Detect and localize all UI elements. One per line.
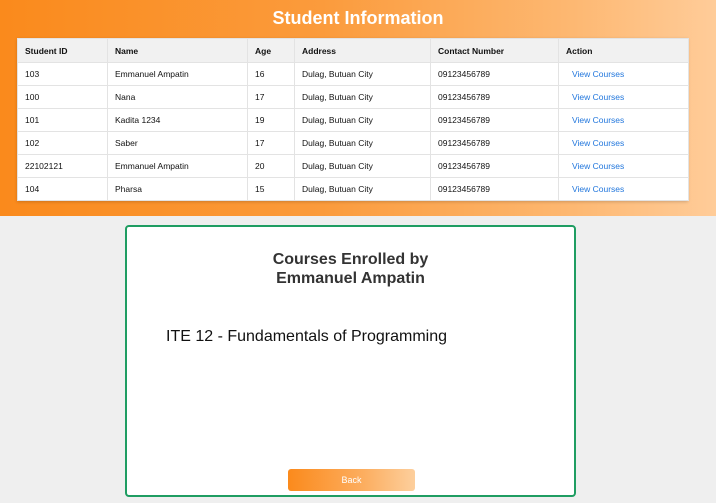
cell-action: View Courses [558, 108, 689, 132]
cell-age: 16 [247, 62, 295, 86]
table-row: 102 Saber 17 Dulag, Butuan City 09123456… [17, 131, 689, 155]
table-header-row: Student ID Name Age Address Contact Numb… [17, 38, 689, 63]
view-courses-link[interactable]: View Courses [572, 92, 624, 102]
cell-address: Dulag, Butuan City [294, 131, 431, 155]
cell-name: Emmanuel Ampatin [107, 154, 248, 178]
student-table: Student ID Name Age Address Contact Numb… [17, 38, 689, 201]
student-table-container: Student ID Name Age Address Contact Numb… [17, 38, 689, 201]
cell-age: 19 [247, 108, 295, 132]
table-row: 100 Nana 17 Dulag, Butuan City 091234567… [17, 85, 689, 109]
cell-action: View Courses [558, 85, 689, 109]
table-row: 101 Kadita 1234 19 Dulag, Butuan City 09… [17, 108, 689, 132]
column-header-name: Name [107, 38, 248, 63]
table-row: 103 Emmanuel Ampatin 16 Dulag, Butuan Ci… [17, 62, 689, 86]
cell-student-id: 101 [17, 108, 108, 132]
cell-age: 20 [247, 154, 295, 178]
view-courses-link[interactable]: View Courses [572, 69, 624, 79]
column-header-address: Address [294, 38, 431, 63]
cell-age: 17 [247, 131, 295, 155]
cell-student-id: 102 [17, 131, 108, 155]
cell-name: Kadita 1234 [107, 108, 248, 132]
cell-name: Pharsa [107, 177, 248, 201]
table-row: 22102121 Emmanuel Ampatin 20 Dulag, Butu… [17, 154, 689, 178]
view-courses-link[interactable]: View Courses [572, 115, 624, 125]
cell-contact: 09123456789 [430, 177, 559, 201]
modal-title-line-1: Courses Enrolled by [272, 251, 429, 268]
cell-contact: 09123456789 [430, 62, 559, 86]
cell-contact: 09123456789 [430, 154, 559, 178]
course-item: ITE 12 - Fundamentals of Programming [166, 328, 448, 345]
cell-address: Dulag, Butuan City [294, 85, 431, 109]
cell-address: Dulag, Butuan City [294, 108, 431, 132]
modal-title-line-2: Emmanuel Ampatin [276, 270, 425, 287]
view-courses-link[interactable]: View Courses [572, 161, 624, 171]
page-title: Student Information [272, 8, 444, 28]
cell-student-id: 100 [17, 85, 108, 109]
column-header-age: Age [247, 38, 295, 63]
courses-modal: Courses Enrolled by Emmanuel Ampatin ITE… [125, 225, 576, 497]
cell-age: 17 [247, 85, 295, 109]
cell-name: Saber [107, 131, 248, 155]
cell-name: Nana [107, 85, 248, 109]
column-header-contact-number: Contact Number [430, 38, 559, 63]
cell-address: Dulag, Butuan City [294, 154, 431, 178]
back-button[interactable]: Back [288, 469, 415, 491]
column-header-action: Action [558, 38, 689, 63]
column-header-student-id: Student ID [17, 38, 108, 63]
cell-action: View Courses [558, 154, 689, 178]
table-row: 104 Pharsa 15 Dulag, Butuan City 0912345… [17, 177, 689, 201]
cell-address: Dulag, Butuan City [294, 62, 431, 86]
cell-student-id: 22102121 [17, 154, 108, 178]
cell-student-id: 104 [17, 177, 108, 201]
cell-student-id: 103 [17, 62, 108, 86]
cell-action: View Courses [558, 177, 689, 201]
view-courses-link[interactable]: View Courses [572, 184, 624, 194]
cell-contact: 09123456789 [430, 131, 559, 155]
modal-title: Courses Enrolled by Emmanuel Ampatin [127, 250, 574, 288]
cell-contact: 09123456789 [430, 85, 559, 109]
cell-age: 15 [247, 177, 295, 201]
cell-address: Dulag, Butuan City [294, 177, 431, 201]
cell-contact: 09123456789 [430, 108, 559, 132]
cell-name: Emmanuel Ampatin [107, 62, 248, 86]
view-courses-link[interactable]: View Courses [572, 138, 624, 148]
cell-action: View Courses [558, 131, 689, 155]
course-list: ITE 12 - Fundamentals of Programming [166, 327, 447, 347]
cell-action: View Courses [558, 62, 689, 86]
